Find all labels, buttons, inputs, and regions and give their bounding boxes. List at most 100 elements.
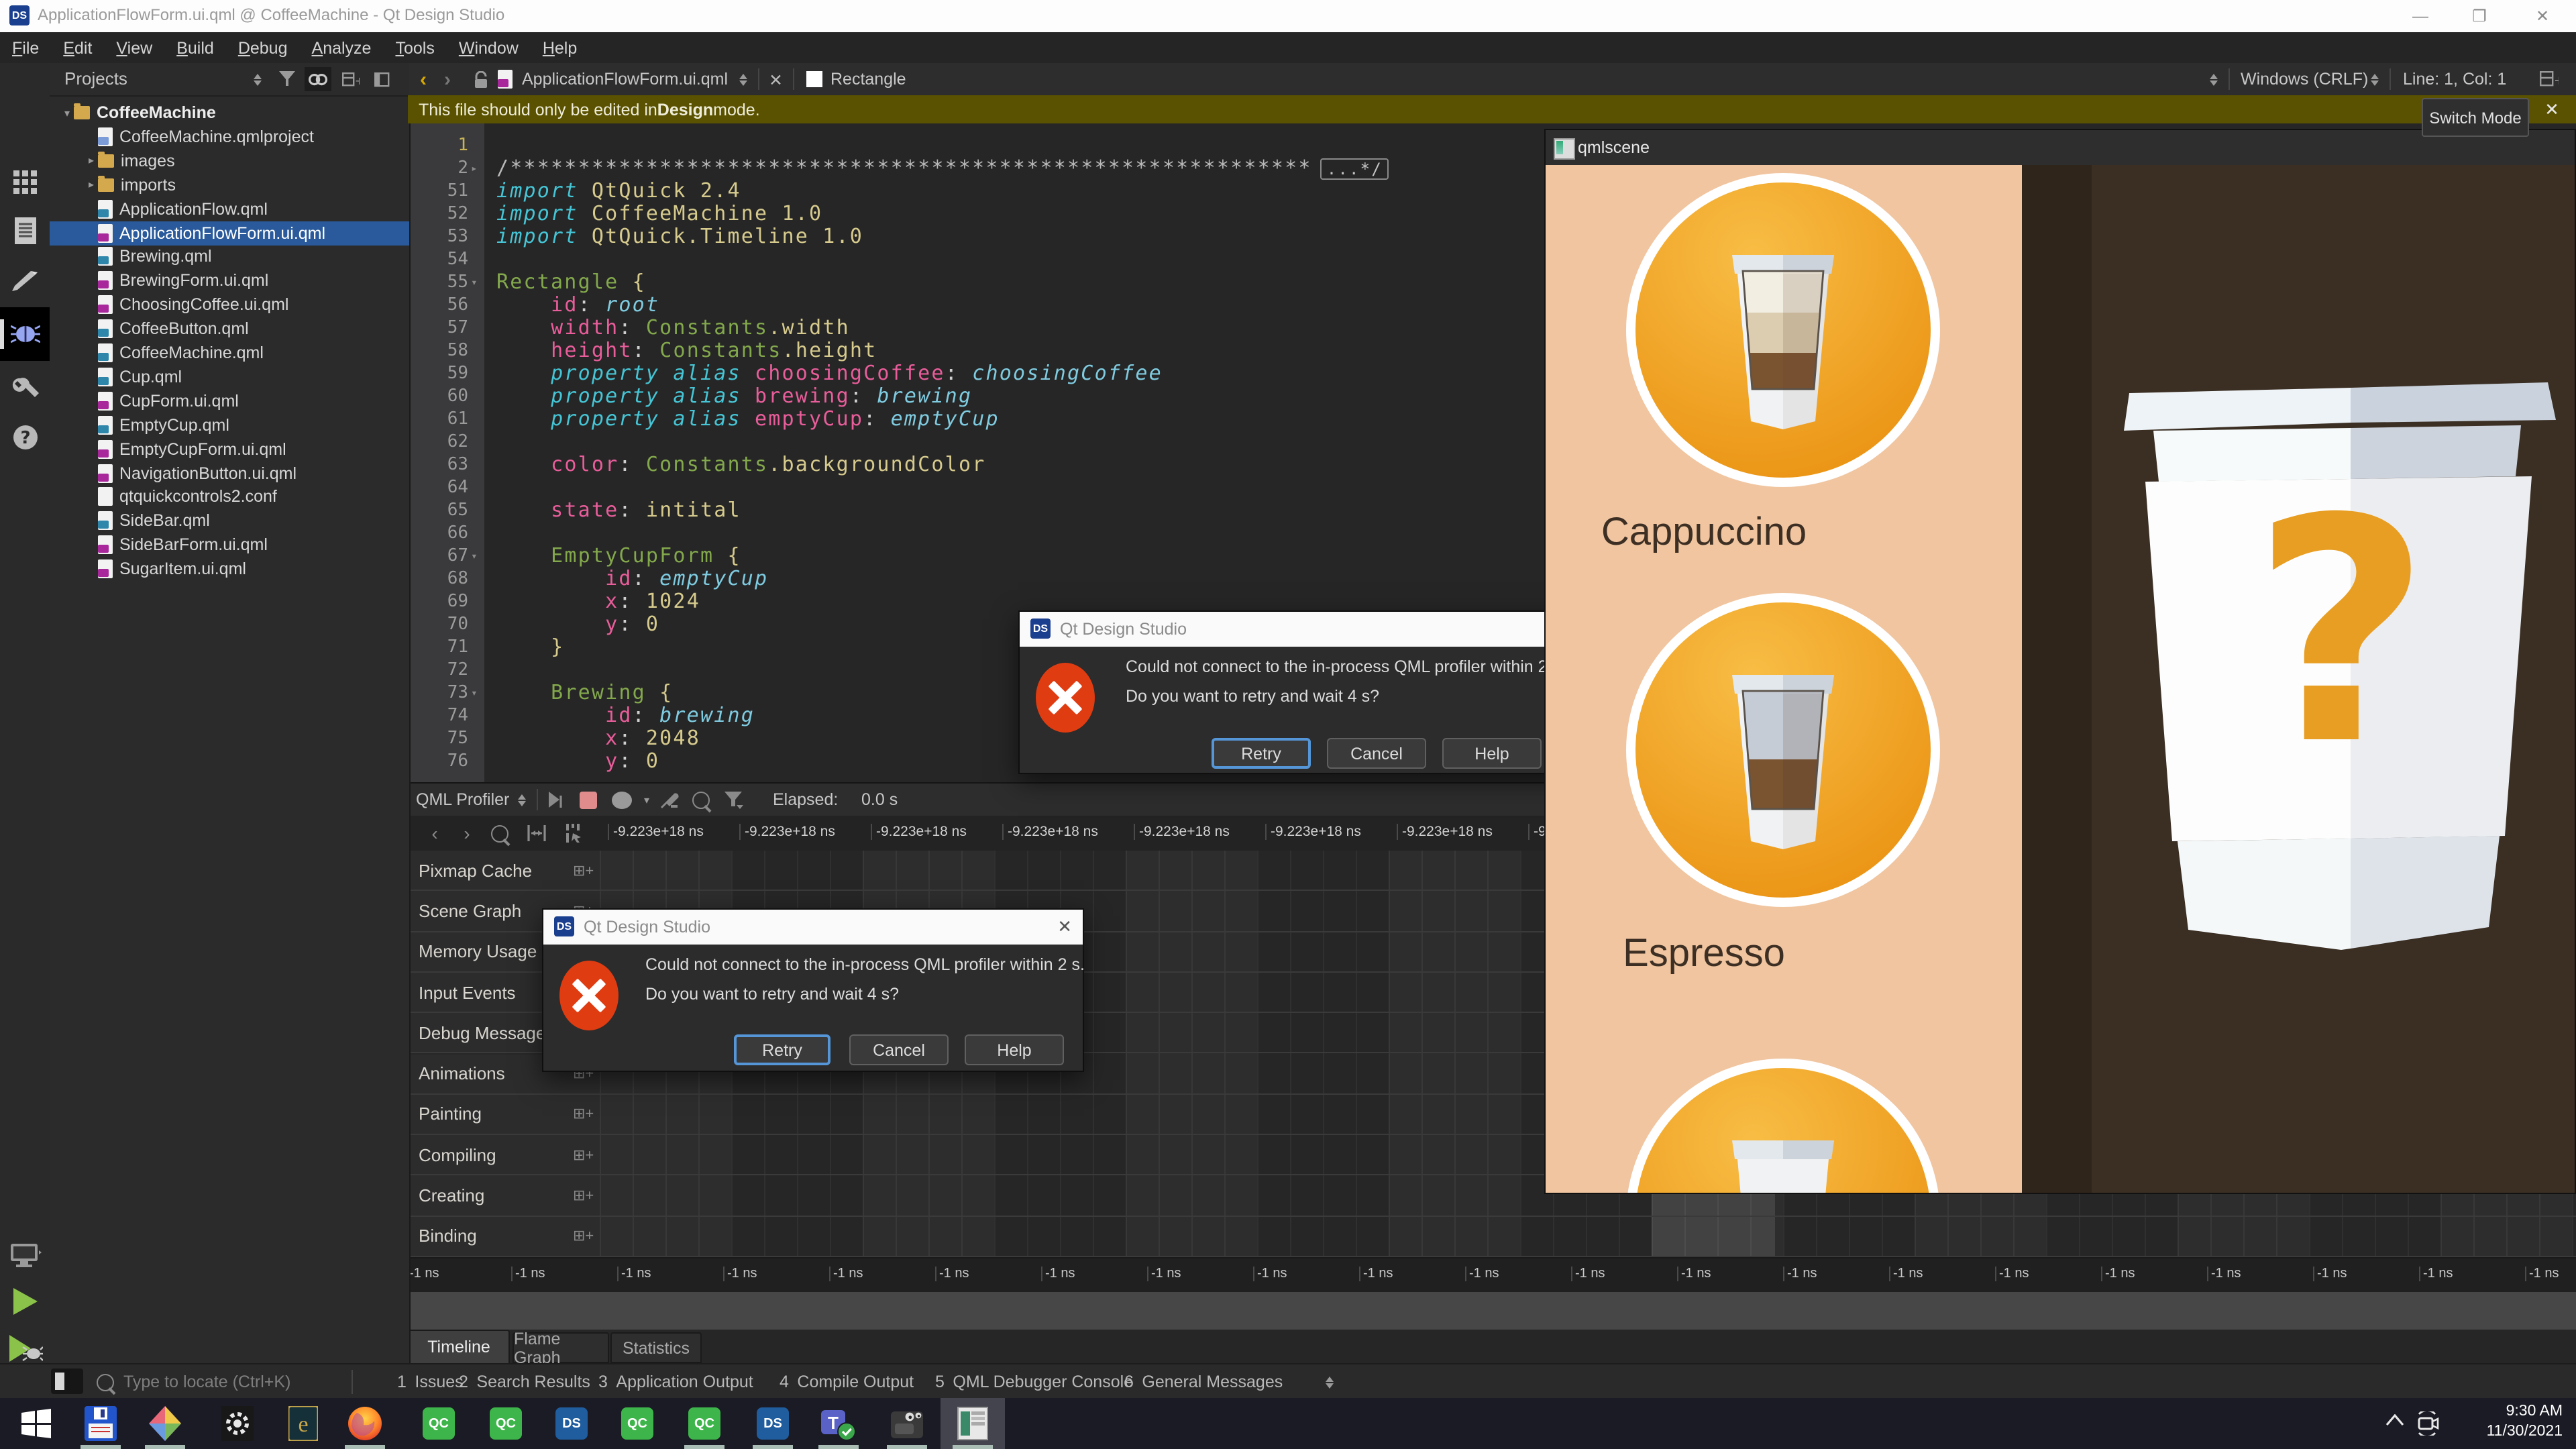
fold-marker-icon[interactable]: ▸ xyxy=(471,157,487,180)
tray-expand-icon[interactable] xyxy=(2385,1414,2404,1426)
dialog-title-bar[interactable]: DS Qt Design Studio ✕ xyxy=(543,910,1083,945)
row-expand-icon[interactable]: ⊞+ xyxy=(573,861,594,879)
coffee-option-cappuccino[interactable] xyxy=(1625,172,1941,488)
mode-help[interactable]: ? xyxy=(0,415,50,460)
kit-selector[interactable] xyxy=(0,1233,50,1279)
tree-item-SideBarForm.ui.qml[interactable]: SideBarForm.ui.qml xyxy=(50,533,409,557)
file-switcher-spinner[interactable] xyxy=(739,63,747,95)
search-timeline-icon[interactable] xyxy=(692,784,710,816)
menu-debug[interactable]: Debug xyxy=(226,38,300,57)
record-dropdown-icon[interactable]: ▾ xyxy=(644,784,649,816)
line-ending-spinner[interactable] xyxy=(2371,63,2379,95)
kite-icon[interactable] xyxy=(145,1403,185,1444)
settings-app-icon[interactable] xyxy=(217,1403,258,1444)
tab-timeline[interactable]: Timeline xyxy=(408,1330,510,1364)
cancel-button[interactable]: Cancel xyxy=(1327,738,1426,769)
menu-view[interactable]: View xyxy=(104,38,164,57)
dialog-close-icon[interactable]: ✕ xyxy=(1057,916,1072,938)
tree-item-CoffeeMachine.qml[interactable]: CoffeeMachine.qml xyxy=(50,341,409,365)
help-button[interactable]: Help xyxy=(1442,738,1542,769)
tree-item-qtquickcontrols2.conf[interactable]: qtquickcontrols2.conf xyxy=(50,485,409,509)
locator-input[interactable]: Type to locate (Ctrl+K) xyxy=(123,1364,290,1399)
coffee-option-espresso[interactable] xyxy=(1625,592,1941,908)
line-ending-selector[interactable]: Windows (CRLF) xyxy=(2241,63,2368,95)
sidebar-toggle-icon[interactable] xyxy=(51,1368,83,1394)
tree-item-SideBar.qml[interactable]: SideBar.qml xyxy=(50,509,409,533)
output-pane-issues[interactable]: 1 Issues xyxy=(397,1364,464,1399)
firefox-icon[interactable] xyxy=(345,1403,385,1444)
qt-design-studio-icon[interactable]: DS xyxy=(753,1403,793,1444)
qt-creator-icon[interactable]: QC xyxy=(617,1403,657,1444)
fold-marker-icon[interactable]: ▾ xyxy=(471,271,487,294)
tree-item-CoffeeMachine.qmlproject[interactable]: CoffeeMachine.qmlproject xyxy=(50,125,409,149)
menu-edit[interactable]: Edit xyxy=(51,38,104,57)
expand-arrow-icon[interactable]: ▸ xyxy=(85,178,98,191)
expand-arrow-icon[interactable]: ▾ xyxy=(60,107,74,119)
tray-time[interactable]: 9:30 AM xyxy=(2442,1402,2563,1422)
output-pane-compile-output[interactable]: 4 Compile Output xyxy=(780,1364,914,1399)
close-button[interactable]: ✕ xyxy=(2520,3,2565,30)
tree-item-CupForm.ui.qml[interactable]: CupForm.ui.qml xyxy=(50,389,409,413)
view-filter-icon[interactable] xyxy=(724,784,743,816)
row-expand-icon[interactable]: ⊞+ xyxy=(573,1228,594,1245)
mode-projects[interactable] xyxy=(0,366,50,412)
dialog-title-bar[interactable]: DS Qt Design Studio ✕ xyxy=(1020,612,1570,647)
zoom-in-arrow-icon[interactable]: › xyxy=(453,820,480,847)
close-document-icon[interactable]: ✕ xyxy=(769,63,783,95)
attach-icon[interactable] xyxy=(547,784,566,816)
banner-close-icon[interactable]: ✕ xyxy=(2540,99,2564,121)
retry-button[interactable]: Retry xyxy=(1212,738,1311,769)
teams-icon[interactable]: T xyxy=(818,1403,859,1444)
mode-design[interactable] xyxy=(0,259,50,305)
qt-creator-icon[interactable]: QC xyxy=(684,1403,724,1444)
output-pane-qml-debugger-console[interactable]: 5 QML Debugger Console xyxy=(935,1364,1133,1399)
tree-item-ChoosingCoffee.ui.qml[interactable]: ChoosingCoffee.ui.qml xyxy=(50,292,409,317)
qmlscene-title-bar[interactable]: qmlscene xyxy=(1546,130,2575,166)
qt-creator-icon[interactable]: QC xyxy=(419,1403,459,1444)
mode-debug[interactable] xyxy=(0,307,50,361)
run-button[interactable] xyxy=(0,1279,50,1324)
range-selection-icon[interactable] xyxy=(561,820,588,847)
projects-sync-icon[interactable] xyxy=(305,67,331,91)
camera-tray-icon[interactable] xyxy=(2415,1411,2442,1436)
stop-icon[interactable] xyxy=(612,784,632,816)
output-pane-application-output[interactable]: 3 Application Output xyxy=(598,1364,753,1399)
projects-filter-icon[interactable] xyxy=(274,67,301,91)
eclipse-icon[interactable]: e xyxy=(283,1403,323,1444)
row-expand-icon[interactable]: ⊞+ xyxy=(573,1146,594,1163)
open-file-name[interactable]: ApplicationFlowForm.ui.qml xyxy=(522,63,728,95)
maximize-button[interactable]: ❐ xyxy=(2457,3,2502,30)
tab-statistics[interactable]: Statistics xyxy=(610,1332,702,1363)
menu-window[interactable]: Window xyxy=(447,38,531,57)
projects-sort-icon[interactable] xyxy=(244,67,271,91)
output-pane-search-results[interactable]: 2 Search Results xyxy=(459,1364,590,1399)
coffee-option-partial[interactable] xyxy=(1625,1057,1941,1193)
fit-window-icon[interactable] xyxy=(523,820,550,847)
tree-item-CoffeeMachine[interactable]: ▾CoffeeMachine xyxy=(50,101,409,125)
profiler-selector-spinner[interactable] xyxy=(518,784,526,816)
help-button[interactable]: Help xyxy=(965,1034,1064,1065)
editor-split-icon[interactable]: + xyxy=(2540,63,2559,95)
tree-item-BrewingForm.ui.qml[interactable]: BrewingForm.ui.qml xyxy=(50,269,409,293)
zoom-out-arrow-icon[interactable]: ‹ xyxy=(421,820,448,847)
gimp-icon[interactable] xyxy=(887,1403,927,1444)
switch-mode-button[interactable]: Switch Mode xyxy=(2422,98,2529,137)
fold-marker-icon[interactable]: ▾ xyxy=(471,682,487,704)
mode-welcome[interactable] xyxy=(0,160,50,205)
tree-item-Cup.qml[interactable]: Cup.qml xyxy=(50,365,409,389)
tree-item-ApplicationFlowForm.ui.qml[interactable]: ApplicationFlowForm.ui.qml xyxy=(50,221,409,245)
tree-item-NavigationButton.ui.qml[interactable]: NavigationButton.ui.qml xyxy=(50,461,409,485)
tree-item-SugarItem.ui.qml[interactable]: SugarItem.ui.qml xyxy=(50,557,409,581)
timeline-overview-strip[interactable] xyxy=(402,1292,2576,1330)
minimize-button[interactable]: — xyxy=(2398,3,2443,30)
tree-item-CoffeeButton.qml[interactable]: CoffeeButton.qml xyxy=(50,317,409,341)
row-expand-icon[interactable]: ⊞+ xyxy=(573,1106,594,1123)
expand-arrow-icon[interactable]: ▸ xyxy=(85,155,98,167)
element-breadcrumb[interactable]: Rectangle xyxy=(830,63,906,95)
tab-flame-graph[interactable]: Flame Graph xyxy=(513,1332,609,1363)
menu-tools[interactable]: Tools xyxy=(383,38,446,57)
tree-item-imports[interactable]: ▸imports xyxy=(50,172,409,197)
menu-build[interactable]: Build xyxy=(164,38,226,57)
clear-icon[interactable] xyxy=(660,784,679,816)
tree-item-ApplicationFlow.qml[interactable]: ApplicationFlow.qml xyxy=(50,197,409,221)
